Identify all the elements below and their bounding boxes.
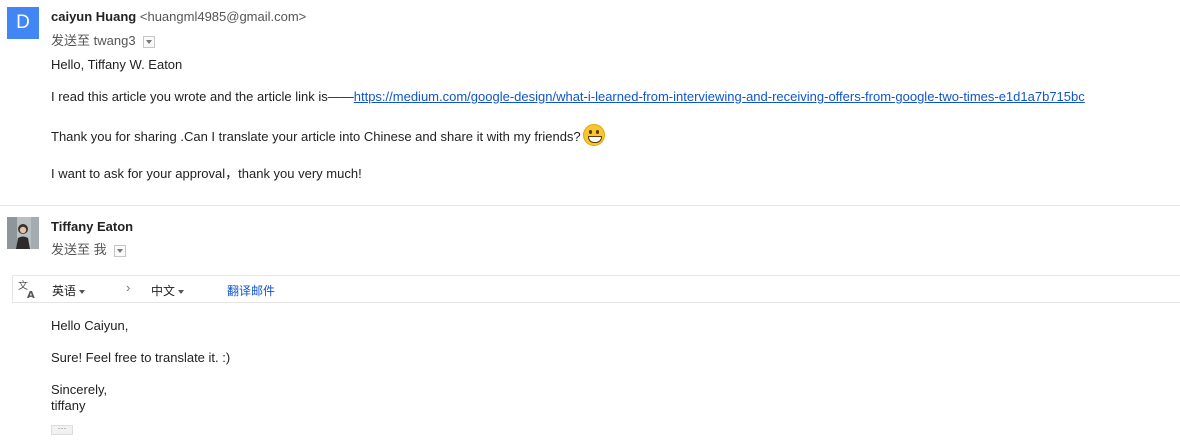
source-language-select[interactable]: 英语 [52,282,86,299]
sender-name[interactable]: caiyun Huang [51,9,136,24]
sender-name[interactable]: Tiffany Eaton [51,219,133,234]
caret-down-icon [79,289,86,294]
message-greeting: Hello Caiyun, [51,318,129,333]
sender-email: <huangml4985@gmail.com> [139,9,307,24]
target-language-label: 中文 [151,284,176,298]
message-paragraph-3: I want to ask for your approval，thank yo… [51,166,362,181]
message-closing: Sincerely, [51,382,108,397]
user-photo-icon[interactable] [7,217,39,249]
message-greeting: Hello, Tiffany W. Eaton [51,57,183,72]
message-paragraph-1: I read this article you wrote and the ar… [51,89,1085,104]
message-signature: tiffany [51,398,86,413]
svg-text:A: A [27,290,35,299]
translate-icon: 文 A [17,279,39,301]
chevron-right-icon: › [126,280,131,295]
recipient-line: 发送至 我 [51,239,127,258]
paragraph-text: Thank you for sharing .Can I translate y… [51,129,581,144]
chevron-down-icon[interactable] [114,244,127,257]
show-trimmed-content-button[interactable]: ··· [51,424,73,435]
recipient-name: 我 [93,242,107,257]
translate-bar-edge [12,276,13,302]
recipient-line: 发送至 twang3 [51,30,156,49]
message-paragraph-1: Sure! Feel free to translate it. :) [51,350,231,365]
message-divider [0,205,1180,206]
sender-line: caiyun Huang <huangml4985@gmail.com> [51,9,306,24]
sender-avatar[interactable]: D [7,7,39,39]
article-link[interactable]: https://medium.com/google-design/what-i-… [354,89,1085,104]
chevron-down-icon[interactable] [143,35,156,48]
paragraph-text: I read this article you wrote and the ar… [51,89,354,104]
sender-line: Tiffany Eaton [51,219,133,234]
to-prefix: 发送至 [51,33,91,48]
caret-down-icon [178,289,185,294]
recipient-name: twang3 [93,33,136,48]
translate-bar [12,275,1180,303]
grinning-face-icon [582,124,605,146]
message-paragraph-2: Thank you for sharing .Can I translate y… [51,124,605,146]
to-prefix: 发送至 [51,242,91,257]
translate-message-link[interactable]: 翻译邮件 [227,282,275,299]
target-language-select[interactable]: 中文 [151,282,185,299]
source-language-label: 英语 [52,284,77,298]
